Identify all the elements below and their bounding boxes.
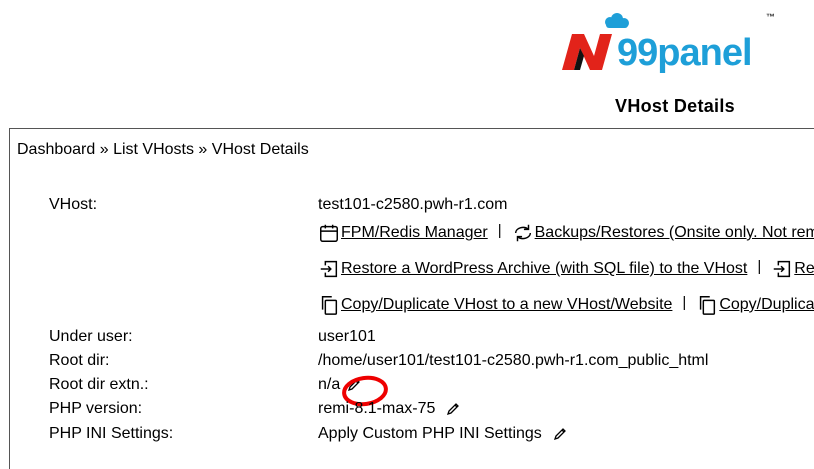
restore-wordpress-label: Restore a WordPress Archive (with SQL fi… — [341, 260, 748, 277]
trademark-mark: ™ — [766, 12, 775, 22]
fpm-redis-manager-link[interactable]: FPM/Redis Manager — [318, 222, 488, 244]
copy-duplicate-label-2: Copy/Duplica — [719, 296, 814, 313]
under-user-value: user101 — [318, 328, 376, 345]
copy-duplicate-link-2[interactable]: Copy/Duplica — [696, 294, 814, 316]
copy-vhost-label: Copy/Duplicate VHost to a new VHost/Webs… — [341, 296, 673, 313]
action-row-3: Copy/Duplicate VHost to a new VHost/Webs… — [318, 294, 814, 316]
backups-restores-label: Backups/Restores (Onsite only. Not rem — [534, 224, 814, 241]
breadcrumb[interactable]: Dashboard » List VHosts » VHost Details — [17, 141, 309, 159]
copy-icon — [696, 294, 718, 316]
php-version-row: remi-8.1-max-75 — [318, 400, 461, 418]
logo-text: 99panel — [617, 32, 753, 74]
php-ini-value: Apply Custom PHP INI Settings — [318, 425, 542, 442]
backups-restores-link[interactable]: Backups/Restores (Onsite only. Not rem — [512, 222, 814, 244]
root-dir-extn-value: n/a — [318, 376, 341, 393]
separator: | — [682, 293, 687, 311]
separator: | — [757, 257, 762, 275]
action-row-1: FPM/Redis Manager | Backups/Restores (On… — [318, 222, 814, 244]
calendar-icon — [318, 222, 340, 244]
root-dir-label: Root dir: — [49, 352, 110, 369]
php-ini-row: Apply Custom PHP INI Settings — [318, 425, 568, 443]
restore-icon — [771, 258, 793, 280]
vhost-value: test101-c2580.pwh-r1.com — [318, 196, 508, 213]
copy-icon — [318, 294, 340, 316]
pencil-icon[interactable] — [445, 401, 461, 417]
pencil-icon[interactable] — [552, 426, 568, 442]
restore-wordpress-link[interactable]: Restore a WordPress Archive (with SQL fi… — [318, 258, 747, 280]
refresh-icon — [512, 222, 534, 244]
under-user-label: Under user: — [49, 328, 133, 345]
root-dir-value: /home/user101/test101-c2580.pwh-r1.com_p… — [318, 352, 709, 369]
root-dir-extn-label: Root dir extn.: — [49, 376, 149, 393]
vhost-label: VHost: — [49, 196, 98, 213]
php-ini-label: PHP INI Settings: — [49, 425, 174, 442]
second-restore-label: Re — [794, 260, 814, 277]
php-version-value: remi-8.1-max-75 — [318, 400, 436, 417]
separator: | — [497, 221, 502, 239]
copy-vhost-link[interactable]: Copy/Duplicate VHost to a new VHost/Webs… — [318, 294, 672, 316]
second-restore-link[interactable]: Re — [771, 258, 814, 280]
restore-icon — [318, 258, 340, 280]
page-title: VHost Details — [615, 96, 735, 116]
fpm-redis-manager-label: FPM/Redis Manager — [341, 224, 488, 241]
action-row-2: Restore a WordPress Archive (with SQL fi… — [318, 258, 814, 280]
php-version-label: PHP version: — [49, 400, 143, 417]
